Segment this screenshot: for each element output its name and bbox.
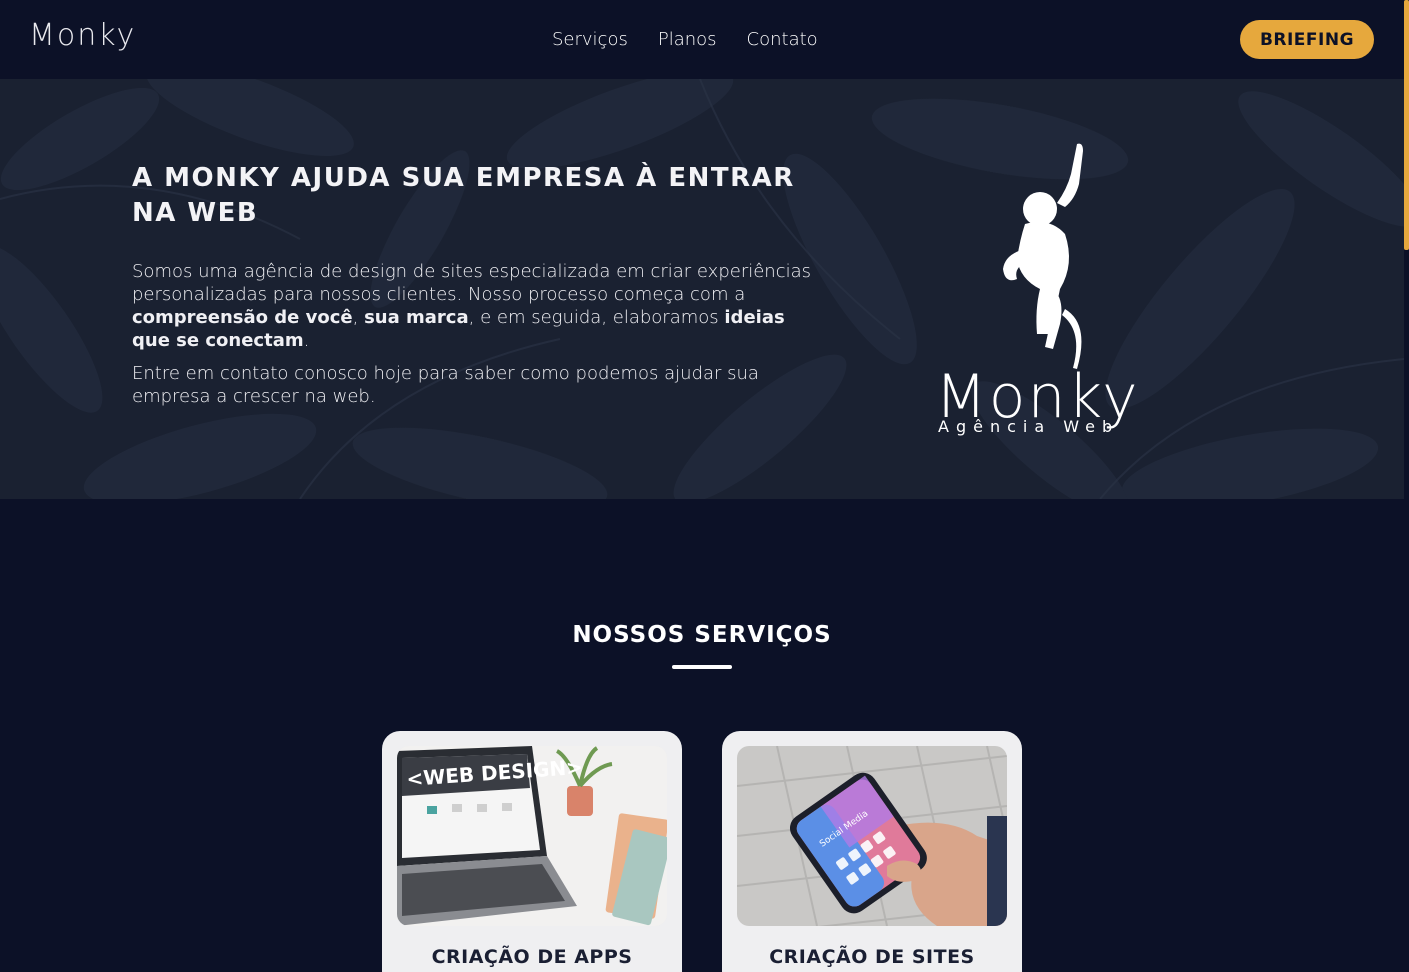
service-card-sites[interactable]: Social Media CRIAÇÃO DE SITES: [722, 731, 1022, 972]
hero-logo-subtitle: Agência Web: [938, 417, 1120, 436]
site-logo[interactable]: Monky: [29, 18, 136, 53]
site-header: Monky Serviços Planos Contato BRIEFING: [0, 0, 1409, 79]
nav-link-servicos[interactable]: Serviços: [552, 29, 628, 50]
web-design-image: <WEB DESIGN>: [397, 746, 667, 926]
main-nav: Serviços Planos Contato: [552, 29, 818, 50]
service-card-title: CRIAÇÃO DE APPS: [431, 946, 633, 968]
hero-section: A MONKY AJUDA SUA EMPRESA À ENTRAR NA WE…: [0, 79, 1404, 499]
hero-title: A MONKY AJUDA SUA EMPRESA À ENTRAR NA WE…: [132, 163, 795, 228]
service-card-title: CRIAÇÃO DE SITES: [769, 946, 975, 968]
hero-paragraph-1: Somos uma agência de design de sites esp…: [132, 261, 812, 351]
briefing-button[interactable]: BRIEFING: [1240, 20, 1374, 59]
scrollbar-thumb[interactable]: [1404, 0, 1409, 250]
title-underline: [672, 665, 732, 669]
hero-paragraph-2: Entre em contato conosco hoje para saber…: [132, 363, 759, 407]
smartphone-image: Social Media: [737, 746, 1007, 926]
nav-link-planos[interactable]: Planos: [658, 29, 717, 50]
service-card-apps[interactable]: <WEB DESIGN> CRIAÇÃO DE APPS: [382, 731, 682, 972]
services-title: NOSSOS SERVIÇOS: [572, 622, 832, 648]
hero-description: Somos uma agência de design de sites esp…: [132, 260, 812, 418]
nav-link-contato[interactable]: Contato: [747, 29, 818, 50]
